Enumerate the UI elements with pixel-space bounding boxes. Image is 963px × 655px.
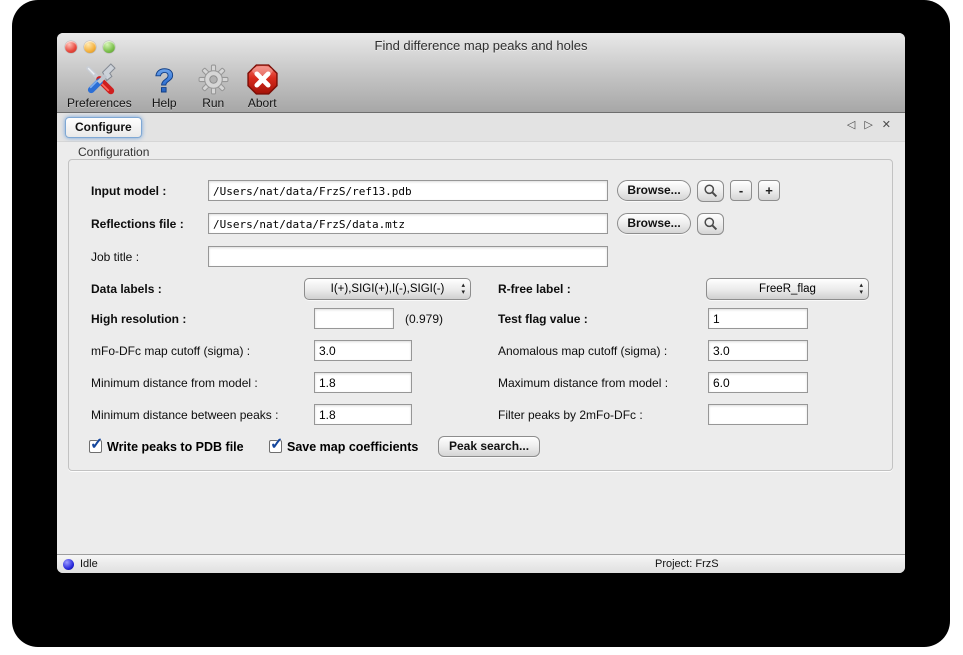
window-header: Find difference map peaks and holes Pref… [57, 33, 905, 113]
high-resolution-hint: (0.979) [405, 308, 443, 330]
min-distance-label: Minimum distance from model : [91, 372, 258, 394]
app-window: Find difference map peaks and holes Pref… [57, 33, 905, 573]
close-window-button[interactable] [65, 41, 77, 53]
tab-bar: Configure ◁ ▷ ✕ [57, 113, 905, 142]
rfree-label: R-free label : [498, 278, 571, 300]
save-map-checkbox[interactable]: ✓ [269, 440, 282, 453]
reflections-field[interactable] [208, 213, 608, 234]
window-title: Find difference map peaks and holes [57, 33, 905, 59]
job-title-field[interactable] [208, 246, 608, 267]
reflections-view-button[interactable] [697, 213, 724, 235]
run-label: Run [202, 96, 224, 110]
test-flag-field[interactable] [708, 308, 808, 329]
min-peak-distance-label: Minimum distance between peaks : [91, 404, 278, 426]
input-model-add-button[interactable]: + [758, 180, 780, 201]
title-bar[interactable]: Find difference map peaks and holes [57, 33, 905, 58]
test-flag-label: Test flag value : [498, 308, 588, 330]
help-label: Help [152, 96, 177, 110]
high-resolution-field[interactable] [314, 308, 394, 329]
help-icon: ? [148, 63, 181, 96]
map-cutoff-row: mFo-DFc map cutoff (sigma) : Anomalous m… [69, 340, 892, 362]
high-resolution-label: High resolution : [91, 308, 186, 330]
abort-stop-icon [246, 63, 279, 96]
zoom-window-button[interactable] [103, 41, 115, 53]
input-model-browse-button[interactable]: Browse... [617, 180, 691, 201]
input-model-remove-button[interactable]: - [730, 180, 752, 201]
status-bar: Idle Project: FrzS [57, 554, 905, 573]
toolbar: Preferences ? Help [57, 58, 905, 112]
configuration-section-label: Configuration [78, 145, 149, 159]
gear-icon [197, 63, 230, 96]
tab-configure[interactable]: Configure [65, 117, 142, 138]
configuration-groupbox: Input model : Browse... - + Reflections … [68, 159, 893, 471]
traffic-lights [65, 41, 115, 53]
stepper-icon: ▴▾ [461, 282, 465, 296]
minimize-window-button[interactable] [84, 41, 96, 53]
tab-close-icon[interactable]: ✕ [882, 118, 891, 131]
peak-distance-row: Minimum distance between peaks : Filter … [69, 404, 892, 426]
min-distance-field[interactable] [314, 372, 412, 393]
svg-text:?: ? [154, 63, 174, 96]
save-map-label: Save map coefficients [287, 436, 418, 458]
input-model-label: Input model : [91, 180, 166, 202]
input-model-view-button[interactable] [697, 180, 724, 202]
abort-label: Abort [248, 96, 277, 110]
job-title-label: Job title : [91, 246, 139, 268]
filter-peaks-label: Filter peaks by 2mFo-DFc : [498, 404, 643, 426]
input-model-field[interactable] [208, 180, 608, 201]
job-title-row: Job title : [69, 246, 892, 268]
tools-icon [83, 63, 116, 96]
options-row: ✓ Write peaks to PDB file ✓ Save map coe… [69, 436, 892, 458]
reflections-row: Reflections file : Browse... [69, 213, 892, 235]
rfree-dropdown[interactable]: FreeR_flag ▴▾ [706, 278, 869, 300]
max-distance-field[interactable] [708, 372, 808, 393]
preferences-label: Preferences [67, 96, 132, 110]
status-text: Idle [80, 555, 98, 573]
magnifier-icon [703, 183, 719, 199]
data-labels-label: Data labels : [91, 278, 162, 300]
filter-peaks-field[interactable] [708, 404, 808, 425]
min-peak-distance-field[interactable] [314, 404, 412, 425]
abort-button[interactable]: Abort [246, 63, 279, 110]
check-icon: ✓ [90, 434, 103, 454]
data-labels-dropdown[interactable]: I(+),SIGI(+),I(-),SIGI(-) ▴▾ [304, 278, 471, 300]
anomalous-cutoff-label: Anomalous map cutoff (sigma) : [498, 340, 667, 362]
peak-search-button[interactable]: Peak search... [438, 436, 540, 457]
map-cutoff-label: mFo-DFc map cutoff (sigma) : [91, 340, 250, 362]
data-labels-row: Data labels : I(+),SIGI(+),I(-),SIGI(-) … [69, 278, 892, 300]
run-button[interactable]: Run [197, 63, 230, 110]
distance-row: Minimum distance from model : Maximum di… [69, 372, 892, 394]
stepper-icon: ▴▾ [859, 282, 863, 296]
anomalous-cutoff-field[interactable] [708, 340, 808, 361]
max-distance-label: Maximum distance from model : [498, 372, 668, 394]
configure-panel: Configuration Input model : Browse... - … [57, 142, 905, 554]
check-icon: ✓ [270, 434, 283, 454]
input-model-row: Input model : Browse... - + [69, 180, 892, 202]
write-peaks-label: Write peaks to PDB file [107, 436, 244, 458]
preferences-button[interactable]: Preferences [67, 63, 132, 110]
help-button[interactable]: ? Help [148, 63, 181, 110]
tab-back-icon[interactable]: ◁ [847, 118, 855, 131]
map-cutoff-field[interactable] [314, 340, 412, 361]
status-ball-icon [63, 559, 74, 570]
magnifier-icon [703, 216, 719, 232]
reflections-label: Reflections file : [91, 213, 184, 235]
reflections-browse-button[interactable]: Browse... [617, 213, 691, 234]
rfree-value: FreeR_flag [759, 283, 816, 295]
tab-controls: ◁ ▷ ✕ [847, 118, 891, 131]
write-peaks-checkbox[interactable]: ✓ [89, 440, 102, 453]
project-label: Project: FrzS [655, 555, 719, 573]
tab-forward-icon[interactable]: ▷ [864, 118, 872, 131]
data-labels-value: I(+),SIGI(+),I(-),SIGI(-) [331, 283, 445, 295]
high-resolution-row: High resolution : (0.979) Test flag valu… [69, 308, 892, 330]
